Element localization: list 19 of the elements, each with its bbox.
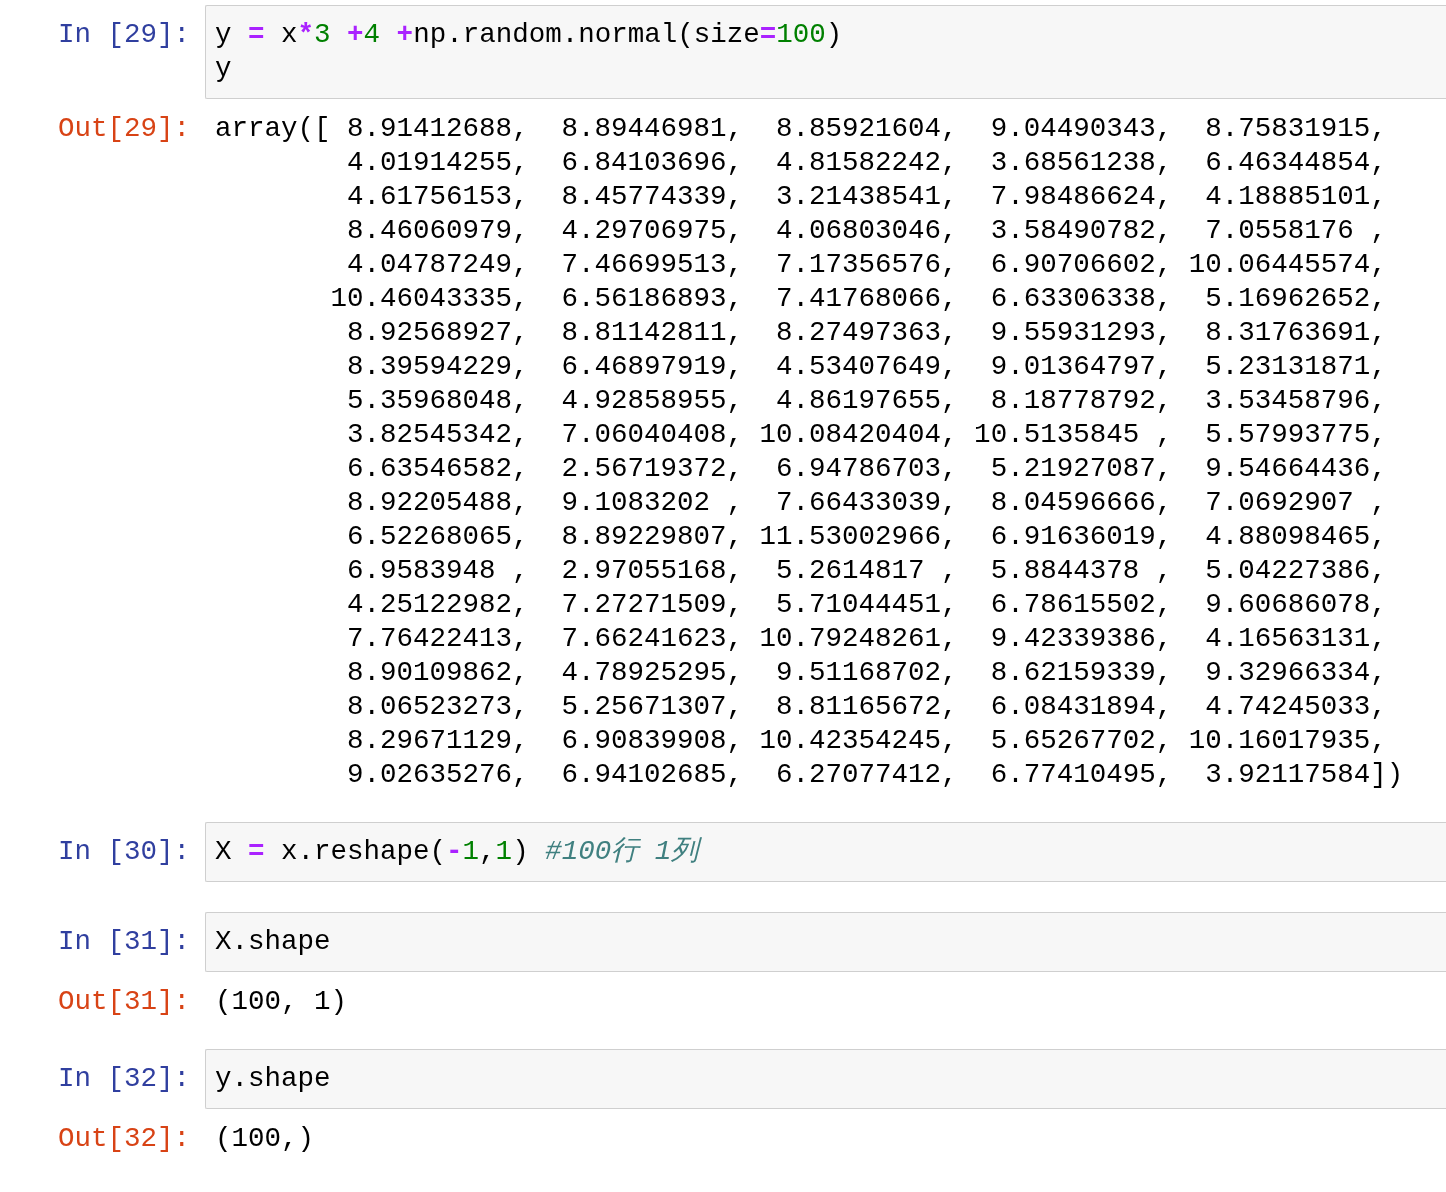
- code-line: X.shape: [215, 925, 332, 959]
- input-prompt: In [32]:: [56, 1062, 191, 1096]
- input-prompt: In [29]:: [56, 18, 191, 52]
- output-prompt: Out[29]:: [56, 112, 191, 146]
- code-cell[interactable]: y.shape: [205, 1049, 1446, 1109]
- input-prompt: In [30]:: [56, 835, 191, 869]
- code-line: y.shape: [215, 1062, 332, 1096]
- output-text: (100, 1): [214, 985, 348, 1019]
- output-prompt: Out[31]:: [56, 985, 191, 1019]
- code-line: y = x*3 +4 +np.random.normal(size=100): [215, 18, 844, 52]
- output-prompt: Out[32]:: [56, 1122, 191, 1156]
- code-cell[interactable]: X = x.reshape(-1,1) #100行 1列: [205, 822, 1446, 882]
- output-text: array([ 8.91412688, 8.89446981, 8.85921604, 9.04490343, 8.75831915, 4.01914255, 6.84103696, 4.81582242, 3.68561238, 6.46344854, 4.61756153, 8.45774339, 3.21438541, 7.98486624, 4.18885101, 8.46060979, 4.29706975, 4.06803046, 3.58490782, 7.0558176 , 4.04787249, 7.46699513, 7.17356576, 6.90706602, 10.06445574, 10.46043335, 6.56186893, 7.41768066, 6.63306338, 5.16962652, 8.92568927, 8.81142811, 8.27497363, 9.55931293, 8.31763691, 8.39594229, 6.46897919, 4.53407649, 9.01364797, 5.23131871, 5.35968048, 4.92858955, 4.86197655, 8.18778792, 3.53458796, 3.82545342, 7.06040408, 10.08420404, 10.5135845 , 5.57993775, 6.63546582, 2.56719372, 6.94786703, 5.21927087, 9.54664436, 8.92205488, 9.1083202 , 7.66433039, 8.04596666, 7.0692907 , 6.52268065, 8.89229807, 11.53002966, 6.91636019, 4.88098465, 6.9583948 , 2.97055168, 5.2614817 , 5.8844378 , 5.04227386, 4.25122982, 7.27271509, 5.71044451, 6.78615502, 9.60686078, 7.76422413, 7.66241623, 10.79248261, 9.42339386, 4.16563131, 8.90109862, 4.78925295, 9.51168702, 8.62159339, 9.32966334, 8.06523273, 5.25671307, 8.81165672, 6.08431894, 4.74245033, 8.29671129, 6.90839908, 10.42354245, 5.65267702, 10.16017935, 9.02635276, 6.94102685, 6.27077412, 6.77410495, 3.92117584]): [214, 112, 1404, 792]
- input-prompt: In [31]:: [56, 925, 191, 959]
- code-line: y: [215, 52, 233, 86]
- code-cell[interactable]: X.shape: [205, 912, 1446, 972]
- output-text: (100,): [214, 1122, 315, 1156]
- code-line: X = x.reshape(-1,1) #100行 1列: [215, 835, 1437, 869]
- code-cell[interactable]: y = x*3 +4 +np.random.normal(size=100) y: [205, 5, 1446, 99]
